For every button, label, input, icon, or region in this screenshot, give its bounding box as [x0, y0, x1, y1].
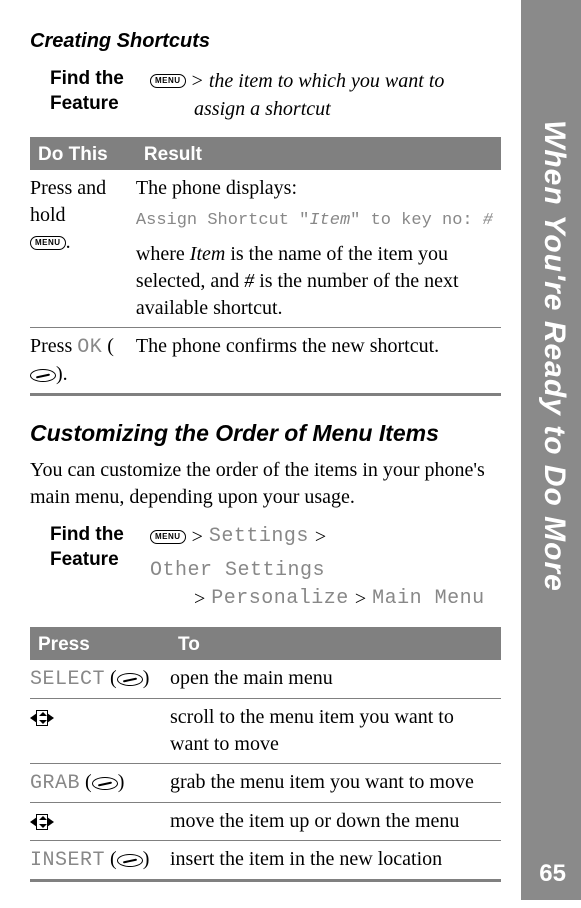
side-tab-title: When You're Ready to Do More — [531, 120, 571, 820]
breadcrumb-separator: > — [315, 523, 326, 551]
nav-key-icon — [30, 814, 54, 830]
assign-shortcut-line: Assign Shortcut "Item" to key no: # — [136, 210, 493, 233]
table-row: SELECT () open the main menu — [30, 660, 501, 699]
table-row: Press and hold MENU. The phone displays:… — [30, 170, 501, 327]
find-feature-label: Find the Feature — [50, 523, 150, 572]
heading-customizing-menu: Customizing the Order of Menu Items — [30, 420, 501, 447]
breadcrumb-separator: > — [192, 67, 203, 95]
menu-button-icon: MENU — [150, 74, 186, 88]
page-number: 65 — [539, 860, 566, 888]
cell-text: insert the item in the new location — [170, 840, 501, 880]
path-text: Main Menu — [372, 585, 485, 613]
table-row: move the item up or down the menu — [30, 802, 501, 840]
path-text: Personalize — [211, 585, 349, 613]
path-text: the item to which you want to — [209, 67, 445, 95]
cell-text: Press — [30, 335, 77, 357]
softkey-label: INSERT — [30, 849, 105, 872]
table-row: Press OK (). The phone confirms the new … — [30, 327, 501, 394]
cell-text: move the item up or down the menu — [170, 802, 501, 840]
cell-text: grab the menu item you want to move — [170, 763, 501, 802]
find-feature-block-1: Find the Feature MENU > the item to whic… — [50, 67, 501, 123]
breadcrumb-separator: > — [355, 585, 366, 613]
table-row: GRAB () grab the menu item you want to m… — [30, 763, 501, 802]
cell-text: where Item is the name of the item you s… — [136, 241, 493, 322]
table-header: Press — [30, 628, 170, 660]
cell-text: The phone displays: — [136, 175, 493, 202]
softkey-icon — [30, 369, 56, 382]
path-text: Other Settings — [150, 557, 325, 585]
find-feature-block-2: Find the Feature MENU > Settings > Other… — [50, 523, 501, 613]
table-header: Result — [136, 139, 501, 171]
menu-button-icon: MENU — [150, 530, 186, 544]
shortcuts-table: Do This Result Press and hold MENU. The … — [30, 137, 501, 396]
breadcrumb-separator: > — [194, 585, 205, 613]
cell-text: open the main menu — [170, 660, 501, 699]
nav-key-icon — [30, 710, 54, 726]
press-to-table: Press To SELECT () open the main menu sc… — [30, 627, 501, 882]
side-tab: When You're Ready to Do More 65 — [521, 0, 581, 900]
softkey-label: SELECT — [30, 668, 105, 691]
softkey-label: GRAB — [30, 772, 80, 795]
table-header: Do This — [30, 139, 136, 171]
softkey-label: OK — [77, 336, 102, 359]
find-feature-label: Find the Feature — [50, 67, 150, 116]
softkey-icon — [117, 673, 143, 686]
section-body: You can customize the order of the items… — [30, 457, 501, 511]
table-row: INSERT () insert the item in the new loc… — [30, 840, 501, 880]
menu-button-icon: MENU — [30, 236, 66, 250]
cell-text: The phone confirms the new shortcut. — [136, 327, 501, 394]
path-text: assign a shortcut — [194, 95, 331, 123]
path-text: Settings — [209, 523, 309, 551]
heading-creating-shortcuts: Creating Shortcuts — [30, 30, 501, 53]
softkey-icon — [92, 777, 118, 790]
softkey-icon — [117, 854, 143, 867]
cell-text: scroll to the menu item you want to want… — [170, 698, 501, 763]
cell-text: . — [66, 231, 71, 253]
table-header: To — [170, 628, 501, 660]
cell-text: Press and hold — [30, 177, 106, 226]
table-row: scroll to the menu item you want to want… — [30, 698, 501, 763]
breadcrumb-separator: > — [192, 523, 203, 551]
